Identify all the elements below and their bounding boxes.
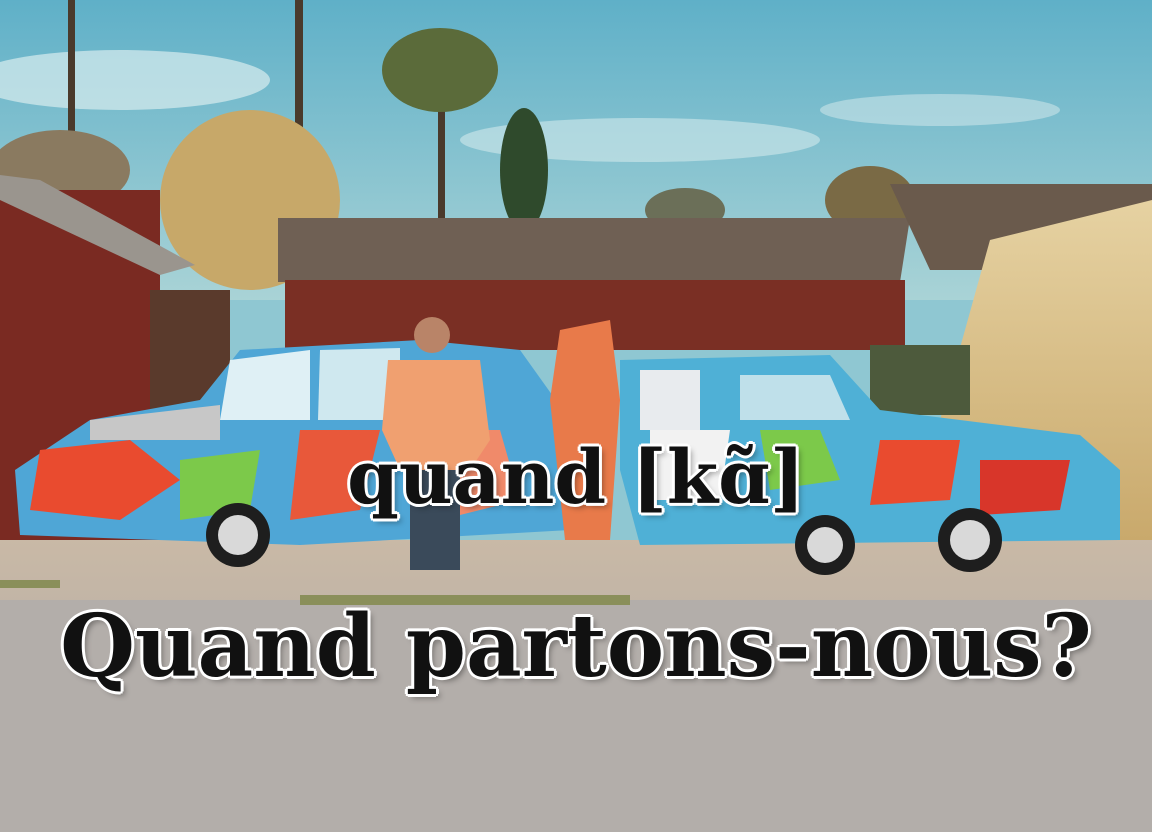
vocabulary-word-caption: quand [kɑ̃] [347, 435, 805, 521]
background-photo [0, 0, 1152, 832]
example-sentence-caption: Quand partons-nous? [60, 596, 1092, 697]
